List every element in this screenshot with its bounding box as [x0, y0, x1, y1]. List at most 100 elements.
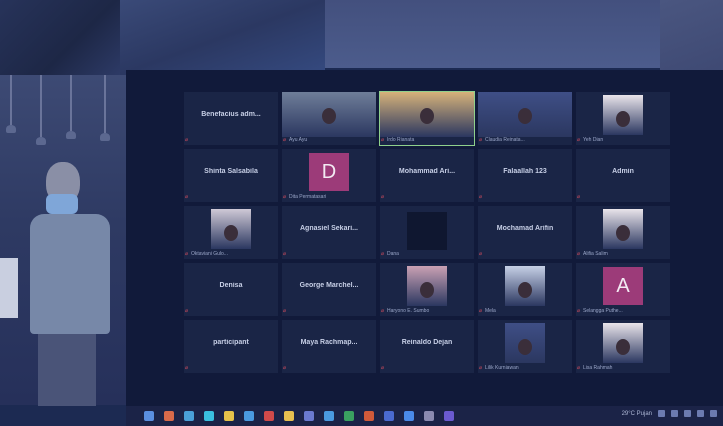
mic-muted-icon: ⌀ — [381, 365, 385, 371]
mic-muted-icon: ⌀ — [185, 365, 189, 371]
participant-tile[interactable]: Agnasiel Sekari... ⌀ — [282, 206, 376, 259]
start-icon[interactable] — [144, 411, 154, 421]
participant-face — [518, 108, 532, 124]
participant-tile[interactable]: ⌀ Mela — [478, 263, 572, 316]
tray-icon[interactable] — [710, 410, 717, 417]
participant-tile[interactable]: ⌀ Claudia Reinata... — [478, 92, 572, 145]
participant-tile[interactable]: ⌀ Ayu Ayu — [282, 92, 376, 145]
participant-face — [518, 282, 532, 298]
participant-video — [603, 323, 643, 363]
store-icon[interactable] — [304, 411, 314, 421]
participant-tile[interactable]: Mochamad Arifin ⌀ — [478, 206, 572, 259]
participant-face — [518, 339, 532, 355]
participant-caption: Mela — [485, 308, 496, 314]
participant-name: George Marchel... — [299, 282, 359, 289]
tray-icon[interactable] — [684, 410, 691, 417]
participant-tile[interactable]: ⌀ Alifia Salim — [576, 206, 670, 259]
mic-muted-icon: ⌀ — [283, 308, 287, 314]
mic-muted-icon: ⌀ — [283, 251, 287, 257]
chrome-icon[interactable] — [264, 411, 274, 421]
mic-muted-icon: ⌀ — [185, 308, 189, 314]
mic-muted-icon: ⌀ — [479, 194, 483, 200]
mic-muted-icon: ⌀ — [577, 308, 581, 314]
participant-video — [282, 92, 376, 137]
participant-tile[interactable]: Shinta Salsabila ⌀ — [184, 149, 278, 202]
participant-caption: Dana — [387, 251, 399, 257]
participant-caption: Selangga Puthe... — [583, 308, 623, 314]
participant-video — [380, 92, 474, 137]
search-icon[interactable] — [164, 411, 174, 421]
participant-tile[interactable]: ⌀ Dana — [380, 206, 474, 259]
tray-icon[interactable] — [671, 410, 678, 417]
participant-tile[interactable]: ⌀ Lisa Rahmah — [576, 320, 670, 373]
avatar: D — [309, 153, 349, 191]
participant-tile[interactable]: Mohammad Ari... ⌀ — [380, 149, 474, 202]
powerpoint-icon[interactable] — [364, 411, 374, 421]
edge-icon[interactable] — [244, 411, 254, 421]
participant-caption: Oktaviani Gulo... — [191, 251, 228, 257]
participant-name: Reinaldo Dejan — [401, 339, 453, 346]
participant-caption: Irdo Rianata — [387, 137, 415, 143]
participant-tile[interactable]: Benefacius adm... ⌀ — [184, 92, 278, 145]
participant-name: Benefacius adm... — [201, 111, 261, 118]
presenter-legs — [38, 334, 96, 406]
mail-icon[interactable] — [324, 411, 334, 421]
task-view-icon[interactable] — [184, 411, 194, 421]
mic-muted-icon: ⌀ — [185, 194, 189, 200]
participant-tile[interactable]: ⌀ Yeh Dian — [576, 92, 670, 145]
mic-muted-icon: ⌀ — [577, 251, 581, 257]
participant-tile[interactable]: ⌀ Irdo Rianata — [379, 91, 475, 146]
participant-face — [420, 282, 434, 298]
participant-tile[interactable]: ⌀ Lilik Kurniawan — [478, 320, 572, 373]
participant-tile[interactable]: George Marchel... ⌀ — [282, 263, 376, 316]
excel-icon[interactable] — [344, 411, 354, 421]
tray-icon[interactable] — [658, 410, 665, 417]
mic-muted-icon: ⌀ — [577, 137, 581, 143]
participant-tile[interactable]: Admin ⌀ — [576, 149, 670, 202]
participant-video — [603, 95, 643, 135]
mic-muted-icon: ⌀ — [479, 137, 483, 143]
windows-taskbar: 29°C Pujan — [126, 406, 723, 426]
tray-icon[interactable] — [697, 410, 704, 417]
files-icon[interactable] — [284, 411, 294, 421]
mic-muted-icon: ⌀ — [381, 308, 385, 314]
participant-name: Mochamad Arifin — [496, 225, 554, 232]
widgets-icon[interactable] — [204, 411, 214, 421]
mic-muted-icon: ⌀ — [577, 365, 581, 371]
participant-tile[interactable]: Maya Rachmap... ⌀ — [282, 320, 376, 373]
participant-tile[interactable]: ⌀ Haryono E. Sumbo — [380, 263, 474, 316]
certificate-paper — [0, 258, 18, 318]
participant-tile[interactable]: A ⌀ Selangga Puthe... — [576, 263, 670, 316]
participant-tile[interactable]: Falaallah 123 ⌀ — [478, 149, 572, 202]
participant-name: Shinta Salsabila — [204, 168, 258, 175]
chat-icon[interactable] — [224, 411, 234, 421]
participant-tile[interactable]: Reinaldo Dejan ⌀ — [380, 320, 474, 373]
word-icon[interactable] — [384, 411, 394, 421]
teams-icon[interactable] — [444, 411, 454, 421]
participant-caption: Lilik Kurniawan — [485, 365, 519, 371]
participant-face — [616, 111, 630, 127]
participant-tile[interactable]: D ⌀ Dita Permatasari — [282, 149, 376, 202]
zoom-icon[interactable] — [404, 411, 414, 421]
settings-icon[interactable] — [424, 411, 434, 421]
camera-off-placeholder — [407, 212, 447, 250]
participant-video — [505, 323, 545, 363]
presenter-body — [30, 214, 110, 334]
participant-video — [407, 266, 447, 306]
participant-caption: Dita Permatasari — [289, 194, 327, 200]
mic-muted-icon: ⌀ — [283, 365, 287, 371]
participant-name: Admin — [612, 168, 634, 175]
participant-tile[interactable]: Denisa ⌀ — [184, 263, 278, 316]
mic-muted-icon: ⌀ — [381, 137, 385, 143]
video-meeting-window: Benefacius adm... ⌀ ⌀ Ayu Ayu ⌀ Irdo Rianata ⌀… — [126, 70, 723, 406]
participant-name: Falaallah 123 — [503, 168, 547, 175]
mic-muted-icon: ⌀ — [577, 194, 581, 200]
background-photo-top-right — [325, 0, 660, 68]
participant-tile[interactable]: participant ⌀ — [184, 320, 278, 373]
weather-widget[interactable]: 29°C Pujan — [622, 411, 652, 417]
participant-name: Maya Rachmap... — [300, 339, 358, 346]
participant-face — [322, 108, 336, 124]
participant-caption: Lisa Rahmah — [583, 365, 613, 371]
participant-tile[interactable]: ⌀ Oktaviani Gulo... — [184, 206, 278, 259]
participant-caption: Haryono E. Sumbo — [387, 308, 430, 314]
